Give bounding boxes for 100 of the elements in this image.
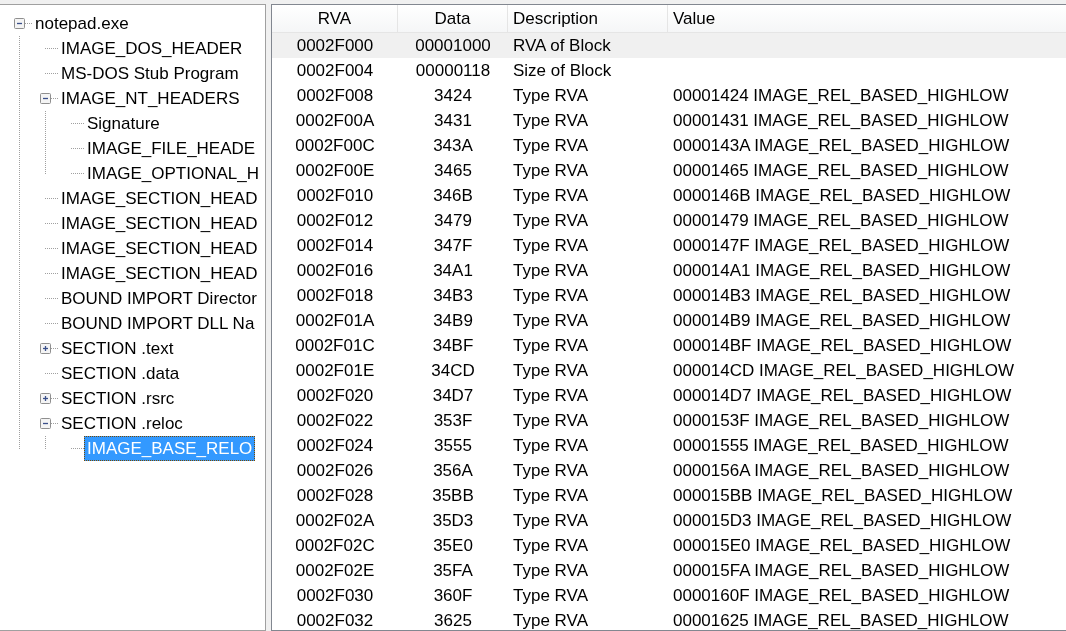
tree-item[interactable]: MS-DOS Stub Program (58, 61, 242, 86)
table-row[interactable]: 0002F008 3424 Type RVA 00001424 IMAGE_REL_BASED_HIGHLOW (272, 83, 1066, 108)
table-cell: 35BB (432, 485, 474, 506)
table-cell: 0002F02C (295, 535, 375, 556)
table-cell: 0000160F IMAGE_REL_BASED_HIGHLOW (673, 585, 1010, 606)
table-cell: 0002F030 (296, 585, 374, 606)
table-row[interactable]: 0002F02C 35E0 Type RVA 000015E0 IMAGE_REL_BASED_HIGHLOW (272, 533, 1066, 558)
expand-icon[interactable] (39, 393, 51, 404)
table-cell: 0002F01E (295, 360, 375, 381)
table-cell: Type RVA (513, 610, 588, 630)
table-cell: 0002F016 (296, 260, 374, 281)
table-row[interactable]: 0002F02E 35FA Type RVA 000015FA IMAGE_REL_BASED_HIGHLOW (272, 558, 1066, 583)
table-row[interactable]: 0002F020 34D7 Type RVA 000014D7 IMAGE_REL_BASED_HIGHLOW (272, 383, 1066, 408)
table-cell: Type RVA (513, 235, 588, 256)
table-row[interactable]: 0002F00A 3431 Type RVA 00001431 IMAGE_REL_BASED_HIGHLOW (272, 108, 1066, 133)
table-row[interactable]: 0002F00C 343A Type RVA 0000143A IMAGE_REL_BASED_HIGHLOW (272, 133, 1066, 158)
table-cell: 00001555 IMAGE_REL_BASED_HIGHLOW (673, 435, 1009, 456)
table-row[interactable]: 0002F022 353F Type RVA 0000153F IMAGE_REL_BASED_HIGHLOW (272, 408, 1066, 433)
table-cell: 0002F020 (296, 385, 374, 406)
table-cell: 000014A1 IMAGE_REL_BASED_HIGHLOW (673, 260, 1011, 281)
tree-item[interactable]: BOUND IMPORT DLL Na (58, 311, 258, 336)
table-cell: 0002F032 (296, 610, 374, 630)
table-cell: 000015D3 IMAGE_REL_BASED_HIGHLOW (673, 510, 1012, 531)
table-cell: 0002F01A (295, 310, 375, 331)
tree-item[interactable]: IMAGE_DOS_HEADER (58, 36, 246, 61)
table-cell: 34B3 (433, 285, 473, 306)
tree-item[interactable]: Signature (84, 111, 163, 136)
table-cell: 0002F012 (296, 210, 374, 231)
table-cell: 0002F024 (296, 435, 374, 456)
table-cell: 000014D7 IMAGE_REL_BASED_HIGHLOW (673, 385, 1012, 406)
table-row[interactable]: 0002F004 00000118 Size of Block (272, 58, 1066, 83)
table-cell: 000015FA IMAGE_REL_BASED_HIGHLOW (673, 560, 1010, 581)
table-cell: 34BF (432, 335, 474, 356)
tree-item[interactable]: IMAGE_SECTION_HEAD (58, 261, 261, 286)
table-cell: Type RVA (513, 360, 588, 381)
table-cell: Type RVA (513, 485, 588, 506)
table-cell: Type RVA (513, 135, 588, 156)
tree-item[interactable]: BOUND IMPORT Director (58, 286, 260, 311)
table-cell: 0002F00E (295, 160, 375, 181)
tree-item[interactable]: IMAGE_FILE_HEADE (84, 136, 259, 161)
collapse-icon[interactable] (39, 93, 51, 104)
tree-item[interactable]: SECTION .reloc (58, 411, 186, 436)
tree-item[interactable]: IMAGE_SECTION_HEAD (58, 186, 261, 211)
table-row[interactable]: 0002F024 3555 Type RVA 00001555 IMAGE_REL_BASED_HIGHLOW (272, 433, 1066, 458)
tree-item[interactable]: notepad.exe (32, 11, 132, 36)
tree-item[interactable]: SECTION .rsrc (58, 386, 178, 411)
table-row[interactable]: 0002F014 347F Type RVA 0000147F IMAGE_REL_BASED_HIGHLOW (272, 233, 1066, 258)
tree-item[interactable]: IMAGE_SECTION_HEAD (58, 236, 261, 261)
table-cell: 0000156A IMAGE_REL_BASED_HIGHLOW (673, 460, 1010, 481)
table-row[interactable]: 0002F01E 34CD Type RVA 000014CD IMAGE_REL_BASED_HIGHLOW (272, 358, 1066, 383)
table-cell: 00001479 IMAGE_REL_BASED_HIGHLOW (673, 210, 1009, 231)
column-header[interactable]: Value (668, 5, 1066, 32)
table-cell: 34CD (431, 360, 475, 381)
table-cell: 000015E0 IMAGE_REL_BASED_HIGHLOW (673, 535, 1011, 556)
collapse-icon[interactable] (39, 418, 51, 429)
table-row[interactable]: 0002F02A 35D3 Type RVA 000015D3 IMAGE_REL_BASED_HIGHLOW (272, 508, 1066, 533)
tree-item[interactable]: IMAGE_NT_HEADERS (58, 86, 243, 111)
table-cell: Type RVA (513, 460, 588, 481)
tree-item[interactable]: IMAGE_SECTION_HEAD (58, 211, 261, 236)
table-row[interactable]: 0002F000 00001000 RVA of Block (272, 33, 1066, 58)
table-cell: 34B9 (433, 310, 473, 331)
table-cell: 3465 (434, 160, 472, 181)
tree-item[interactable]: IMAGE_OPTIONAL_H (84, 161, 262, 186)
table-cell: 343A (433, 135, 473, 156)
table-cell: 00001465 IMAGE_REL_BASED_HIGHLOW (673, 160, 1009, 181)
table-cell: 0002F02E (295, 560, 375, 581)
table-cell: 353F (433, 410, 473, 431)
table-row[interactable]: 0002F028 35BB Type RVA 000015BB IMAGE_REL_BASED_HIGHLOW (272, 483, 1066, 508)
column-header[interactable]: Description (508, 5, 668, 32)
table-row[interactable]: 0002F01C 34BF Type RVA 000014BF IMAGE_REL_BASED_HIGHLOW (272, 333, 1066, 358)
table-row[interactable]: 0002F00E 3465 Type RVA 00001465 IMAGE_REL_BASED_HIGHLOW (272, 158, 1066, 183)
table-cell: 3431 (434, 110, 472, 131)
table-row[interactable]: 0002F01A 34B9 Type RVA 000014B9 IMAGE_REL_BASED_HIGHLOW (272, 308, 1066, 333)
table-cell: Type RVA (513, 310, 588, 331)
table-row[interactable]: 0002F010 346B Type RVA 0000146B IMAGE_REL_BASED_HIGHLOW (272, 183, 1066, 208)
table-cell: 3424 (434, 85, 472, 106)
table-cell: 0002F014 (296, 235, 374, 256)
tree-item[interactable]: SECTION .text (58, 336, 177, 361)
column-header[interactable]: Data (398, 5, 508, 32)
collapse-icon[interactable] (13, 18, 25, 29)
table-cell: 00000118 (415, 60, 491, 81)
table-row[interactable]: 0002F018 34B3 Type RVA 000014B3 IMAGE_REL_BASED_HIGHLOW (272, 283, 1066, 308)
table-cell: 00001431 IMAGE_REL_BASED_HIGHLOW (673, 110, 1009, 131)
table-row[interactable]: 0002F016 34A1 Type RVA 000014A1 IMAGE_REL_BASED_HIGHLOW (272, 258, 1066, 283)
table-cell: 00001625 IMAGE_REL_BASED_HIGHLOW (673, 610, 1009, 630)
table-row[interactable]: 0002F026 356A Type RVA 0000156A IMAGE_REL_BASED_HIGHLOW (272, 458, 1066, 483)
table-cell: Type RVA (513, 335, 588, 356)
tree-item[interactable]: SECTION .data (58, 361, 183, 386)
column-header[interactable]: RVA (272, 5, 398, 32)
table-cell: 000014BF IMAGE_REL_BASED_HIGHLOW (673, 335, 1012, 356)
table-row[interactable]: 0002F030 360F Type RVA 0000160F IMAGE_REL_BASED_HIGHLOW (272, 583, 1066, 608)
table-cell: 0002F028 (296, 485, 374, 506)
table-cell: Type RVA (513, 160, 588, 181)
expand-icon[interactable] (39, 343, 51, 354)
table-cell: 0002F00A (295, 110, 375, 131)
table-cell: Type RVA (513, 210, 588, 231)
table-cell: 0002F02A (295, 510, 375, 531)
table-row[interactable]: 0002F032 3625 Type RVA 00001625 IMAGE_REL_BASED_HIGHLOW (272, 608, 1066, 630)
table-row[interactable]: 0002F012 3479 Type RVA 00001479 IMAGE_REL_BASED_HIGHLOW (272, 208, 1066, 233)
table-cell: 000015BB IMAGE_REL_BASED_HIGHLOW (673, 485, 1013, 506)
